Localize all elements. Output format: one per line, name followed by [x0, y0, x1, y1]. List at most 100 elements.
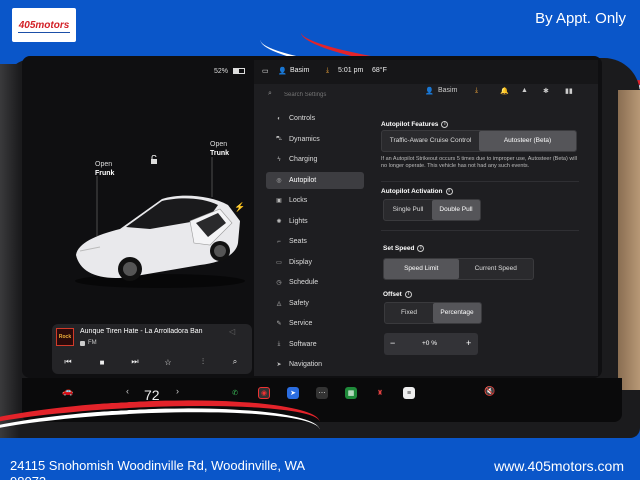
sidebar-item-navigation[interactable]: ➤ Navigation: [266, 356, 364, 373]
vehicle-status-icon[interactable]: ▭: [262, 67, 269, 75]
status-profile-name[interactable]: Basim: [290, 67, 309, 74]
sidebar-item-label: Seats: [289, 238, 307, 245]
volume-icon[interactable]: ◁: [229, 327, 235, 336]
open-trunk-button[interactable]: Open Trunk: [210, 140, 229, 158]
offset-increment-button[interactable]: +: [466, 338, 471, 348]
sidebar-item-charging[interactable]: ϟ Charging: [266, 151, 364, 168]
sidebar-item-schedule[interactable]: ◷ Schedule: [266, 274, 364, 291]
dealer-website[interactable]: www.405motors.com: [494, 458, 624, 474]
download-icon: ⤓: [277, 340, 281, 347]
offset-stepper: − +0 % +: [384, 333, 478, 355]
sidebar-item-label: Controls: [289, 115, 316, 122]
settings-signal-icon: ▮▮: [565, 88, 573, 95]
radio-icon: [80, 341, 85, 346]
logo-underline: [18, 32, 70, 33]
media-source: FM: [88, 340, 97, 346]
autopilot-strikeout-note: If an Autopilot Strikeout occurs 5 times…: [381, 156, 577, 169]
autopilot-activation-segmented: Single Pull Double Pull: [383, 199, 481, 221]
section-divider: [381, 181, 579, 182]
wrench-icon: ✎: [276, 321, 282, 327]
camera-icon[interactable]: ◉: [258, 387, 270, 399]
offset-decrement-button[interactable]: −: [390, 338, 395, 348]
settings-bell-icon[interactable]: 🔔: [500, 87, 509, 95]
offset-title: Offset: [383, 291, 402, 299]
info-icon[interactable]: i: [417, 245, 425, 252]
settings-download-icon[interactable]: ⤓: [475, 87, 478, 95]
more-apps-icon[interactable]: ⋯: [316, 387, 328, 399]
bezel-shine: [0, 64, 20, 438]
navigation-app-icon[interactable]: ➤: [287, 387, 299, 399]
display-icon: ▭: [276, 259, 282, 266]
temp-down-arrow[interactable]: ‹: [126, 386, 129, 396]
sidebar-item-label: Autopilot: [289, 176, 317, 184]
info-icon[interactable]: i: [441, 121, 449, 128]
sidebar-item-lights[interactable]: ✺ Lights: [266, 213, 364, 230]
settings-profile-name[interactable]: Basim: [438, 87, 457, 94]
dashboard-trim: [618, 90, 640, 390]
fixed-option[interactable]: Fixed: [385, 303, 433, 323]
stop-icon[interactable]: ■: [92, 354, 112, 370]
single-pull-option[interactable]: Single Pull: [384, 200, 432, 220]
charge-port-icon[interactable]: ⚡: [234, 202, 245, 213]
sidebar-item-label: Navigation: [289, 361, 323, 368]
sidebar-item-software[interactable]: ⤓ Software: [266, 336, 364, 353]
settings-bluetooth-icon[interactable]: ✱: [543, 87, 549, 95]
sidebar-item-label: Dynamics: [289, 135, 320, 143]
bolt-icon: ϟ: [277, 156, 281, 163]
autopilot-activation-title: Autopilot Activation: [381, 188, 443, 196]
lock-icon: ▣: [276, 198, 282, 204]
volume-mute-icon[interactable]: 🔇: [484, 386, 495, 397]
speed-limit-option[interactable]: Speed Limit: [384, 259, 459, 279]
sidebar-item-controls[interactable]: ◐ Controls: [266, 110, 364, 127]
temp-up-arrow[interactable]: ›: [176, 386, 179, 396]
trunk-label: Trunk: [210, 150, 230, 157]
settings-profile-icon[interactable]: 👤: [425, 87, 434, 95]
sidebar-item-label: Schedule: [289, 279, 319, 286]
favorite-star-icon[interactable]: ☆: [158, 354, 178, 370]
set-speed-title: Set Speed: [383, 245, 415, 253]
notepad-icon[interactable]: ≡: [403, 387, 415, 399]
info-icon[interactable]: i: [445, 188, 453, 195]
car-icon[interactable]: 🚗: [62, 386, 73, 397]
sidebar-item-label: Safety: [289, 299, 309, 307]
section-divider: [381, 230, 579, 231]
status-temperature: 68°F: [372, 67, 387, 74]
sidebar-item-dynamics[interactable]: ⛍ Dynamics: [266, 131, 364, 148]
sidebar-item-label: Software: [289, 340, 317, 348]
joystick-icon[interactable]: ♜: [374, 387, 386, 399]
clock-icon: ◷: [276, 280, 282, 286]
frunk-label-open: Open: [95, 161, 113, 168]
autopilot-features-segmented: Traffic-Aware Cruise Control Autosteer (…: [381, 130, 577, 152]
previous-track-icon[interactable]: ⏮: [58, 354, 78, 370]
sidebar-item-display[interactable]: ▭ Display: [266, 254, 364, 271]
unlock-icon[interactable]: [150, 155, 158, 164]
sidebar-item-safety[interactable]: ◬ Safety: [266, 295, 364, 312]
traffic-aware-cruise-option[interactable]: Traffic-Aware Cruise Control: [382, 131, 479, 151]
info-icon[interactable]: i: [404, 291, 412, 298]
sidebar-item-label: Service: [289, 320, 313, 327]
profile-icon[interactable]: 👤: [278, 67, 287, 75]
percentage-option[interactable]: Percentage: [433, 303, 481, 323]
sidebar-item-seats[interactable]: ⌐ Seats: [266, 233, 364, 250]
sidebar-item-label: Display: [289, 258, 312, 266]
phone-icon[interactable]: ✆: [229, 387, 241, 399]
steering-icon: ◎: [276, 177, 282, 184]
settings-alarm-icon[interactable]: ▲: [521, 87, 528, 94]
sidebar-item-service[interactable]: ✎ Service: [266, 315, 364, 332]
double-pull-option[interactable]: Double Pull: [432, 200, 480, 220]
current-speed-option[interactable]: Current Speed: [459, 259, 534, 279]
sidebar-item-label: Charging: [289, 156, 318, 163]
autopilot-activation-heading: Autopilot Activation i: [381, 188, 453, 195]
next-track-icon[interactable]: ⏭: [125, 354, 145, 370]
song-title: Aunque Tiren Hate - La Arrolladora Ban: [80, 328, 203, 335]
software-update-icon[interactable]: ⤓: [326, 67, 329, 75]
sidebar-item-autopilot[interactable]: ◎ Autopilot: [266, 171, 364, 189]
equalizer-icon[interactable]: ⫶: [193, 354, 213, 370]
chart-app-icon[interactable]: ▦: [345, 387, 357, 399]
media-search-icon[interactable]: ⌕: [225, 354, 245, 370]
dealer-address: 24115 Snohomish Woodinville Rd, Woodinvi…: [10, 458, 305, 480]
search-settings-input[interactable]: [268, 89, 368, 101]
battery-percent: 52%: [214, 68, 229, 75]
sidebar-item-locks[interactable]: ▣ Locks: [266, 192, 364, 209]
autosteer-option[interactable]: Autosteer (Beta): [479, 131, 576, 151]
